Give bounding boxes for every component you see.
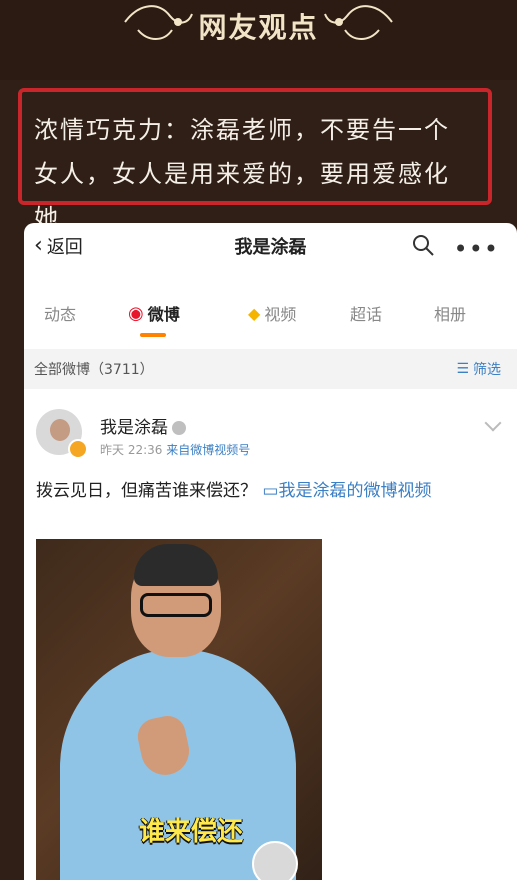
filter-bar: 全部微博（3711） ☰ 筛选 bbox=[24, 349, 517, 389]
video-link-icon: ▭ bbox=[262, 481, 279, 501]
tab-video-label: 视频 bbox=[264, 305, 297, 324]
flourish-right-icon bbox=[324, 5, 393, 40]
video-link-text: 我是涂磊的微博视频 bbox=[278, 481, 432, 501]
filter-label: 筛选 bbox=[473, 362, 501, 378]
page-title: 我是涂磊 bbox=[234, 237, 307, 258]
weibo-icon: ◉ bbox=[128, 302, 144, 324]
comment-text: 浓情巧克力：涂磊老师，不要告一个女人，女人是用来爱的，要用爱感化她 bbox=[34, 116, 450, 232]
verified-icon bbox=[68, 439, 88, 459]
video-icon: ◆ bbox=[248, 303, 261, 323]
post-time: 昨天 22:36 bbox=[100, 443, 163, 457]
search-icon[interactable] bbox=[411, 233, 435, 257]
weibo-post: 我是涂磊 昨天 22:36 来自微博视频号 拨云见日，但痛苦谁来偿还？ ▭我是涂… bbox=[24, 399, 517, 880]
post-body-text: 拨云见日，但痛苦谁来偿还？ bbox=[36, 481, 257, 501]
weibo-profile-screenshot: ‹ 返回 我是涂磊 ••• 动态 ◉ 微博 ◆ 视频 超话 相册 全部微博（37… bbox=[24, 223, 517, 880]
video-thumbnail[interactable]: 谁来偿还 bbox=[36, 539, 322, 880]
tab-weibo-label: 微博 bbox=[147, 305, 180, 324]
person-hair bbox=[134, 544, 218, 586]
header-bar: 网友观点 bbox=[0, 0, 517, 80]
member-badge-icon bbox=[172, 421, 186, 435]
post-meta: 昨天 22:36 来自微博视频号 bbox=[100, 441, 250, 458]
video-caption: 谁来偿还 bbox=[138, 817, 243, 847]
chevron-down-icon[interactable] bbox=[484, 414, 502, 432]
glasses-icon bbox=[140, 593, 212, 617]
comment-highlight-box: 浓情巧克力：涂磊老师，不要告一个女人，女人是用来爱的，要用爱感化她 bbox=[18, 88, 492, 232]
post-author-name: 我是涂磊 bbox=[100, 418, 168, 438]
filter-icon: ☰ bbox=[456, 361, 469, 377]
post-source: 来自微博视频号 bbox=[166, 443, 251, 457]
video-link[interactable]: ▭我是涂磊的微博视频 bbox=[262, 481, 431, 501]
post-count: 全部微博（3711） bbox=[34, 362, 154, 378]
filter-button[interactable]: ☰ 筛选 bbox=[456, 359, 501, 379]
post-text: 拨云见日，但痛苦谁来偿还？ ▭我是涂磊的微博视频 bbox=[36, 477, 503, 505]
tab-weibo[interactable]: ◉ 微博 bbox=[128, 301, 180, 325]
tab-super-topic[interactable]: 超话 bbox=[350, 301, 382, 325]
nav-bar: ‹ 返回 我是涂磊 ••• bbox=[24, 223, 517, 275]
active-tab-indicator bbox=[140, 333, 166, 337]
small-avatar bbox=[252, 841, 298, 880]
more-icon[interactable]: ••• bbox=[454, 235, 499, 263]
post-author[interactable]: 我是涂磊 bbox=[100, 413, 186, 438]
profile-tabs: 动态 ◉ 微博 ◆ 视频 超话 相册 bbox=[24, 301, 517, 341]
tab-album[interactable]: 相册 bbox=[434, 301, 466, 325]
tab-dynamic[interactable]: 动态 bbox=[44, 301, 76, 325]
header-title: 网友观点 bbox=[198, 11, 319, 44]
tab-video[interactable]: ◆ 视频 bbox=[248, 301, 296, 325]
